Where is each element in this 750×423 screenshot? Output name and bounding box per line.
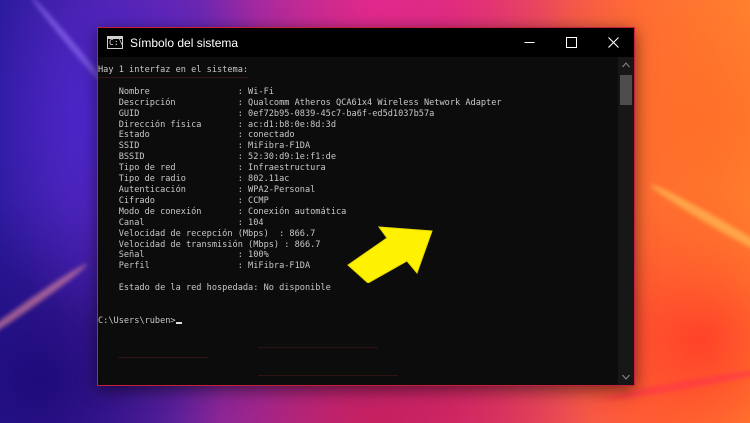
- vertical-scrollbar[interactable]: [618, 57, 634, 385]
- console-line: Estado : conectado: [98, 130, 295, 141]
- chevron-up-icon: [622, 62, 630, 68]
- scroll-thumb[interactable]: [620, 75, 632, 105]
- chevron-down-icon: [622, 374, 630, 380]
- close-icon: [607, 37, 619, 48]
- console-line: BSSID : 52:30:d9:1e:f1:de: [98, 152, 336, 163]
- console-text: Hay 1 interfaz en el sistema: Nombre : W…: [98, 57, 618, 327]
- window-title: Símbolo del sistema: [130, 35, 239, 50]
- maximize-button[interactable]: [550, 28, 592, 57]
- scroll-down-button[interactable]: [618, 369, 634, 385]
- arrow-annotation: [347, 226, 433, 283]
- console-line: GUID : 0ef72b95-0839-45c7-ba6f-ed5d1037b…: [98, 108, 435, 119]
- console-line: Tipo de radio : 802.11ac: [98, 174, 290, 185]
- console-line: Nombre : Wi-Fi: [98, 86, 274, 97]
- command-prompt-window[interactable]: C:\ Símbolo del sistema Hay 1 interfaz e…: [97, 27, 635, 386]
- wallpaper-streak: [648, 180, 750, 270]
- console-line: Canal : 104: [98, 217, 264, 228]
- minimize-icon: [524, 42, 534, 43]
- close-button[interactable]: [592, 28, 634, 57]
- text-cursor: [175, 321, 182, 324]
- console-line: Estado de la red hospedada: No disponibl…: [98, 283, 331, 294]
- console-line: Descripción : Qualcomm Atheros QCA61x4 W…: [98, 97, 502, 108]
- console-line: SSID : MiFibra-F1DA: [98, 141, 311, 152]
- console-line: Tipo de red : Infraestructura: [98, 163, 326, 174]
- wallpaper-streak: [0, 260, 90, 348]
- console-line: Autenticación : WPA2-Personal: [98, 184, 316, 195]
- console-line: Cifrado : CCMP: [98, 195, 269, 206]
- console-line: Perfil : MiFibra-F1DA: [98, 261, 311, 272]
- scroll-up-button[interactable]: [618, 57, 634, 73]
- console-line: Modo de conexión : Conexión automática: [98, 206, 347, 217]
- command-prompt: C:\Users\ruben>: [98, 315, 176, 326]
- maximize-icon: [565, 37, 577, 48]
- console-line: Dirección física : ac:d1:b8:0e:8d:3d: [98, 119, 336, 130]
- title-bar[interactable]: C:\ Símbolo del sistema: [98, 28, 634, 57]
- minimize-button[interactable]: [508, 28, 550, 57]
- console-line: Hay 1 interfaz en el sistema:: [98, 65, 249, 75]
- console-line: Velocidad de recepción (Mbps) : 866.7: [98, 228, 316, 239]
- cmd-icon[interactable]: C:\: [107, 36, 123, 49]
- cmd-icon-label: C:\: [109, 38, 124, 47]
- console-line: Señal : 100%: [98, 250, 269, 261]
- console-line: Velocidad de transmisión (Mbps) : 866.7: [98, 239, 321, 250]
